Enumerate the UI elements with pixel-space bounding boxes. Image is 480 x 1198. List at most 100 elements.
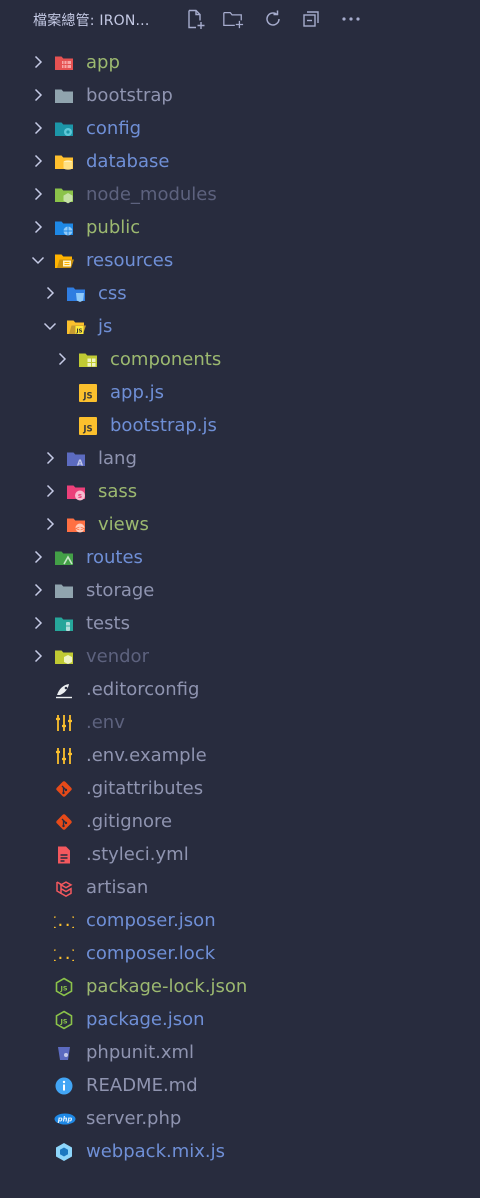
new-file-icon[interactable] [184,8,206,30]
folder-row[interactable]: config [0,112,480,145]
tree-item-label: server.php [86,1108,182,1129]
editorconfig-icon [54,680,74,700]
tree-item-label: database [86,151,170,172]
tree-item-label: config [86,118,142,139]
svg-text:JS: JS [59,985,67,993]
folder-row[interactable]: app [0,46,480,79]
folder-row[interactable]: css [0,277,480,310]
tree-item-label: .env.example [86,745,207,766]
js-file-icon: JS [78,416,98,436]
folder-row[interactable]: s sass [0,475,480,508]
git-icon [54,779,74,799]
folder-row[interactable]: storage [0,574,480,607]
folder-row[interactable]: components [0,343,480,376]
collapse-all-icon[interactable] [300,8,322,30]
folder-plain-icon [54,86,74,106]
tree-item-label: .editorconfig [86,679,200,700]
file-row[interactable]: .gitattributes [0,772,480,805]
file-row[interactable]: .gitignore [0,805,480,838]
file-row[interactable]: JS package-lock.json [0,970,480,1003]
tree-item-label: composer.lock [86,943,216,964]
svg-text:JS: JS [59,1018,67,1026]
chevron-right-icon[interactable] [42,450,58,466]
file-row[interactable]: {..} composer.lock [0,937,480,970]
folder-js-open-icon: JS [66,317,86,337]
tree-item-label: node_modules [86,184,217,205]
chevron-right-icon[interactable] [30,615,46,631]
tree-item-label: storage [86,580,155,601]
chevron-right-icon[interactable] [30,582,46,598]
chevron-right-icon[interactable] [30,219,46,235]
more-icon[interactable] [340,8,362,30]
chevron-right-icon[interactable] [30,87,46,103]
file-row[interactable]: .editorconfig [0,673,480,706]
tree-item-label: views [98,514,149,535]
folder-row[interactable]: <> views [0,508,480,541]
folder-row[interactable]: node_modules [0,178,480,211]
svg-text:JS: JS [75,329,82,335]
json-braces-icon: {..} [50,944,79,964]
svg-text:A: A [77,459,84,468]
folder-row[interactable]: JS js [0,310,480,343]
tree-item-label: .env [86,712,125,733]
file-row[interactable]: artisan [0,871,480,904]
tree-item-label: resources [86,250,174,271]
file-row[interactable]: .env [0,706,480,739]
yaml-file-icon [54,845,74,865]
folder-row[interactable]: Alang [0,442,480,475]
file-row[interactable]: .styleci.yml [0,838,480,871]
tree-item-label: .styleci.yml [86,844,189,865]
chevron-right-icon[interactable] [30,648,46,664]
folder-routes-icon [54,548,74,568]
tree-item-label: css [98,283,127,304]
file-row[interactable]: JS app.js [0,376,480,409]
php-icon: php [54,1109,76,1129]
file-row[interactable]: JS bootstrap.js [0,409,480,442]
explorer-header: 檔案總管: IRON... [0,0,480,38]
tree-item-label: components [110,349,222,370]
tree-item-label: composer.json [86,910,216,931]
svg-text:JS: JS [82,425,92,435]
refresh-icon[interactable] [262,8,284,30]
svg-text:s: s [78,492,82,500]
file-row[interactable]: README.md [0,1069,480,1102]
folder-database-icon [54,152,74,172]
folder-row[interactable]: routes [0,541,480,574]
file-row[interactable]: webpack.mix.js [0,1135,480,1168]
file-row[interactable]: {..} composer.json [0,904,480,937]
file-row[interactable]: .env.example [0,739,480,772]
chevron-right-icon[interactable] [30,549,46,565]
phpunit-icon [54,1043,74,1063]
chevron-right-icon[interactable] [54,351,70,367]
chevron-right-icon[interactable] [30,186,46,202]
folder-public-icon [54,218,74,238]
chevron-right-icon[interactable] [42,285,58,301]
chevron-right-icon[interactable] [30,54,46,70]
chevron-right-icon[interactable] [42,483,58,499]
tree-item-label: package-lock.json [86,976,248,997]
file-row[interactable]: phpunit.xml [0,1036,480,1069]
folder-row[interactable]: vendor [0,640,480,673]
folder-row[interactable]: public [0,211,480,244]
folder-row[interactable]: bootstrap [0,79,480,112]
file-row[interactable]: php server.php [0,1102,480,1135]
tree-item-label: routes [86,547,143,568]
chevron-right-icon[interactable] [30,120,46,136]
folder-row[interactable]: resources [0,244,480,277]
tree-item-label: bootstrap.js [110,415,217,436]
tree-item-label: lang [98,448,137,469]
folder-row[interactable]: database [0,145,480,178]
chevron-right-icon[interactable] [30,153,46,169]
tree-item-label: .gitattributes [86,778,204,799]
chevron-down-icon[interactable] [42,318,58,334]
folder-node-icon [54,185,74,205]
folder-vendor-icon [54,647,74,667]
chevron-down-icon[interactable] [30,252,46,268]
laravel-icon [54,878,74,898]
new-folder-icon[interactable] [222,8,244,30]
chevron-right-icon[interactable] [42,516,58,532]
tree-item-label: public [86,217,141,238]
folder-row[interactable]: tests [0,607,480,640]
svg-text:JS: JS [82,392,92,402]
file-row[interactable]: JS package.json [0,1003,480,1036]
